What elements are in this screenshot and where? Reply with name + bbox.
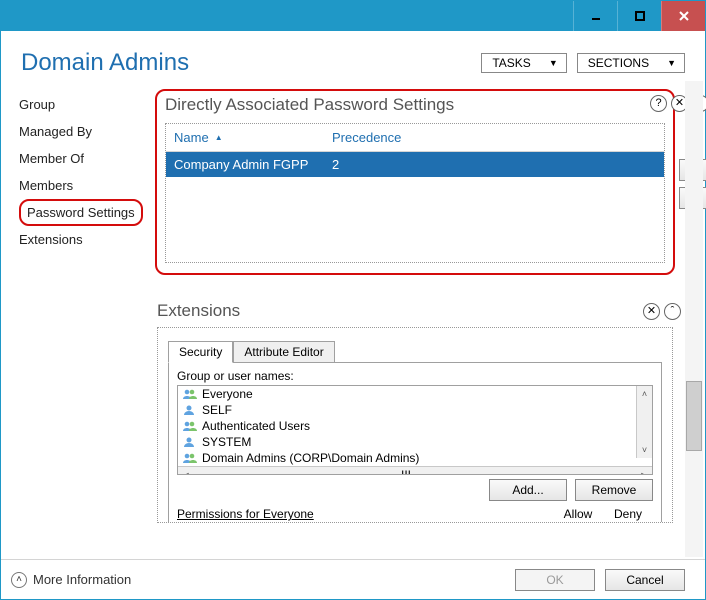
more-information-label: More Information xyxy=(33,572,131,587)
users-icon xyxy=(182,420,198,432)
table-row[interactable]: Company Admin FGPP 2 xyxy=(166,152,664,177)
maximize-button[interactable] xyxy=(617,1,661,31)
list-item[interactable]: Authenticated Users xyxy=(178,418,652,434)
section-extensions: Extensions ✕ ˆ Security Attribute Editor… xyxy=(155,301,675,523)
tab-attribute-editor[interactable]: Attribute Editor xyxy=(233,341,334,363)
group-user-listbox[interactable]: Everyone SELF Authenticated Users SYSTEM… xyxy=(177,385,653,475)
users-icon xyxy=(182,452,198,464)
minimize-button[interactable] xyxy=(573,1,617,31)
scroll-right-icon[interactable]: ► xyxy=(636,470,652,476)
nav-item-member-of[interactable]: Member Of xyxy=(19,145,151,172)
column-header-name[interactable]: Name ▲ xyxy=(174,130,332,145)
user-icon xyxy=(182,436,198,448)
sections-label: SECTIONS xyxy=(588,56,649,70)
users-icon xyxy=(182,388,198,400)
section-password-settings: Directly Associated Password Settings ? … xyxy=(155,89,675,275)
tabs: Security Attribute Editor xyxy=(168,340,662,362)
chevron-down-icon: ▼ xyxy=(667,58,676,68)
scroll-up-icon[interactable]: ˄ xyxy=(637,386,652,402)
cancel-button[interactable]: Cancel xyxy=(605,569,685,591)
header: Domain Admins TASKS ▼ SECTIONS ▼ xyxy=(1,31,705,89)
add-button[interactable]: Add... xyxy=(489,479,567,501)
list-item[interactable]: Domain Admins (CORP\Domain Admins) xyxy=(178,450,652,466)
tab-panel-security: Group or user names: Everyone SELF Authe… xyxy=(168,362,662,523)
list-item-label: SELF xyxy=(202,403,232,417)
scroll-left-icon[interactable]: ◄ xyxy=(178,470,194,476)
cell-precedence: 2 xyxy=(332,157,656,172)
permissions-deny-header: Deny xyxy=(603,507,653,521)
column-header-name-label: Name xyxy=(174,130,209,145)
list-item-label: Everyone xyxy=(202,387,253,401)
tab-security[interactable]: Security xyxy=(168,341,233,363)
vertical-scrollbar[interactable]: ˄ ˅ xyxy=(636,386,652,458)
section-title-password-settings: Directly Associated Password Settings xyxy=(165,95,665,115)
list-item-label: Domain Admins (CORP\Domain Admins) xyxy=(202,451,419,465)
nav-item-password-settings[interactable]: Password Settings xyxy=(19,199,143,226)
permissions-allow-header: Allow xyxy=(553,507,603,521)
horizontal-scrollbar[interactable]: ◄ III ► xyxy=(178,466,652,475)
user-icon xyxy=(182,404,198,416)
remove-button[interactable]: Remove xyxy=(575,479,653,501)
chevron-down-icon: ▼ xyxy=(549,58,558,68)
list-item[interactable]: SYSTEM xyxy=(178,434,652,450)
nav-item-group[interactable]: Group xyxy=(19,91,151,118)
collapse-section-icon[interactable]: ˆ xyxy=(664,303,681,320)
tasks-label: TASKS xyxy=(492,56,530,70)
scroll-thumb[interactable] xyxy=(686,381,702,451)
tasks-dropdown[interactable]: TASKS ▼ xyxy=(481,53,566,73)
group-names-label: Group or user names: xyxy=(177,369,653,383)
scroll-down-icon[interactable]: ˅ xyxy=(637,442,652,458)
section-title-extensions: Extensions xyxy=(157,301,673,321)
sections-dropdown[interactable]: SECTIONS ▼ xyxy=(577,53,685,73)
nav-item-members[interactable]: Members xyxy=(19,172,151,199)
close-section-icon[interactable]: ✕ xyxy=(643,303,660,320)
column-header-precedence[interactable]: Precedence xyxy=(332,130,656,145)
permissions-label: Permissions for Everyone xyxy=(177,507,553,521)
list-item[interactable]: SELF xyxy=(178,402,652,418)
close-button[interactable] xyxy=(661,1,705,31)
chevron-up-icon: ˄ xyxy=(11,572,27,588)
main-vertical-scrollbar[interactable] xyxy=(685,81,703,557)
cell-name: Company Admin FGPP xyxy=(174,157,332,172)
window-titlebar xyxy=(1,1,705,31)
list-item[interactable]: Everyone xyxy=(178,386,652,402)
list-item-label: SYSTEM xyxy=(202,435,251,449)
nav-item-managed-by[interactable]: Managed By xyxy=(19,118,151,145)
password-settings-table: Name ▲ Precedence Company Admin FGPP 2 xyxy=(165,123,665,263)
more-information-toggle[interactable]: ˄ More Information xyxy=(11,572,131,588)
footer: ˄ More Information OK Cancel xyxy=(1,559,705,599)
scroll-thumb[interactable]: III xyxy=(401,468,429,476)
nav-item-extensions[interactable]: Extensions xyxy=(19,226,151,253)
sort-asc-icon: ▲ xyxy=(215,133,223,142)
ok-button[interactable]: OK xyxy=(515,569,595,591)
list-item-label: Authenticated Users xyxy=(202,419,310,433)
page-title: Domain Admins xyxy=(21,49,189,77)
left-nav: Group Managed By Member Of Members Passw… xyxy=(1,89,151,523)
help-icon[interactable]: ? xyxy=(650,95,667,112)
